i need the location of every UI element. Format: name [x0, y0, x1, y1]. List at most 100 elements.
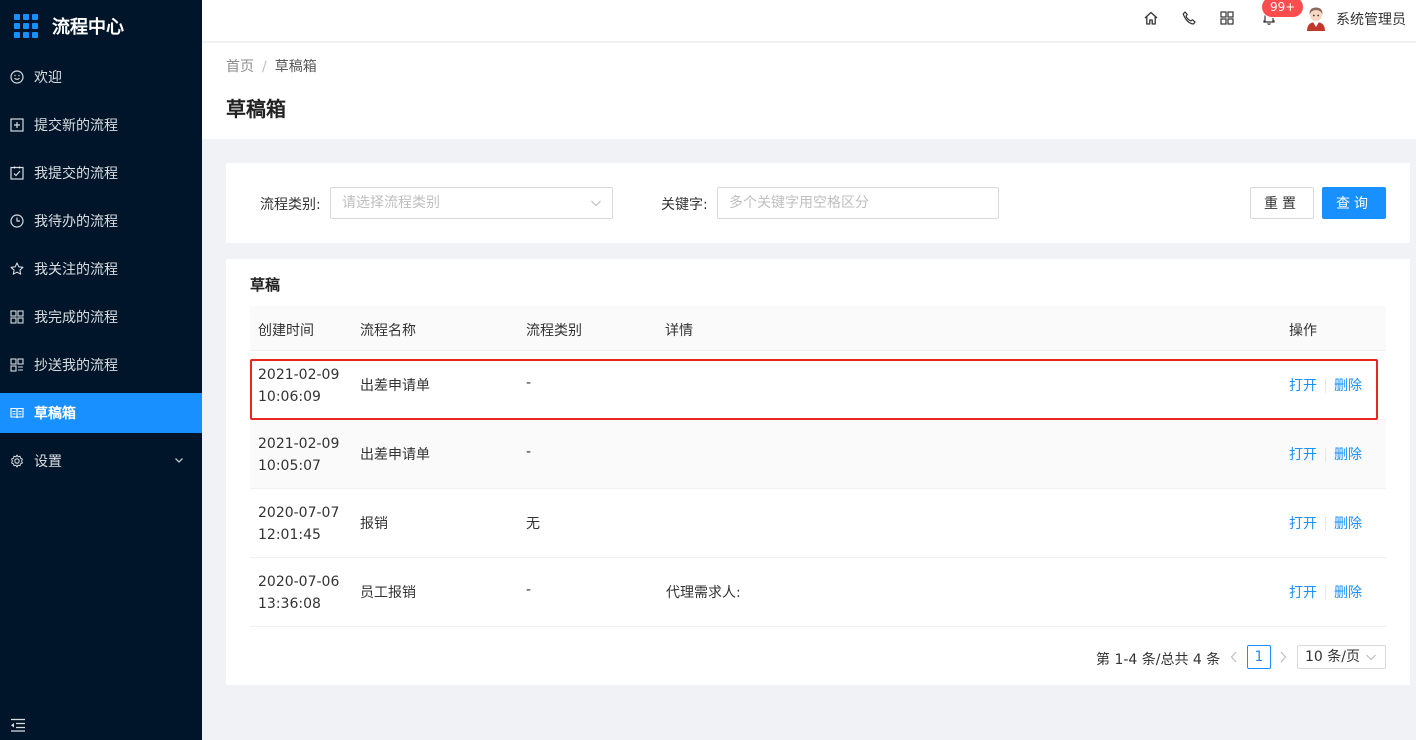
process-name-cell: 报销	[360, 516, 388, 532]
avatar[interactable]	[1305, 5, 1327, 31]
card-title: 草稿	[250, 276, 281, 294]
delete-link[interactable]: 删除	[1334, 375, 1362, 395]
sidebar-item-label: 抄送我的流程	[34, 358, 118, 374]
delete-link[interactable]: 删除	[1334, 513, 1362, 533]
check-square-icon	[10, 166, 24, 180]
gear-icon	[10, 454, 24, 468]
menu-fold-icon[interactable]	[10, 718, 26, 732]
username[interactable]: 系统管理员	[1336, 9, 1406, 29]
page-header: 首页 / 草稿箱 草稿箱	[202, 43, 1416, 139]
logo-grid-icon	[14, 14, 38, 38]
chevron-left-icon[interactable]	[1228, 650, 1240, 664]
sidebar-item-label: 我完成的流程	[34, 310, 118, 326]
sidebar-item-label: 我关注的流程	[34, 262, 118, 278]
table-row: 2020-07-07 12:01:45 报销 无 打开 删除	[250, 489, 1386, 558]
sidebar-item-cc-to-me[interactable]: 抄送我的流程	[0, 345, 202, 385]
drafts-card: 草稿 创建时间 流程名称 流程类别 详情 操作 2021-02-09 10:06:…	[226, 259, 1410, 685]
created-time-cell: 2020-07-06 13:36:08	[258, 574, 340, 612]
action-divider	[1325, 586, 1326, 600]
sidebar-item-submit-new[interactable]: 提交新的流程	[0, 105, 202, 145]
keyword-input[interactable]	[717, 187, 999, 219]
book-icon	[10, 406, 24, 420]
page-size-select[interactable]: 10 条/页	[1297, 645, 1386, 669]
query-button[interactable]: 查询	[1322, 187, 1386, 219]
chevron-down-icon	[175, 458, 183, 463]
sidebar-item-label: 草稿箱	[34, 406, 76, 422]
process-category-cell: -	[526, 375, 532, 391]
chevron-down-icon	[591, 200, 601, 207]
plus-square-icon	[10, 118, 24, 132]
breadcrumb-current: 草稿箱	[274, 59, 317, 75]
sidebar-menu: 欢迎 提交新的流程 我提交的流程 我待办的流程 我关注的流程 我完成的流程 抄送…	[0, 57, 202, 481]
category-select-placeholder: 请选择流程类别	[342, 195, 440, 211]
page-title: 草稿箱	[226, 97, 286, 121]
appstore-icon	[10, 310, 24, 324]
column-header-actions: 操作	[1289, 323, 1317, 339]
open-link[interactable]: 打开	[1289, 444, 1317, 464]
pagination-page-1[interactable]: 1	[1247, 645, 1271, 669]
notification-badge: 99+	[1262, 0, 1304, 17]
process-name-cell: 出差申请单	[360, 378, 430, 394]
sidebar-item-my-todo[interactable]: 我待办的流程	[0, 201, 202, 241]
created-time-cell: 2021-02-09 10:06:09	[258, 367, 340, 405]
chevron-down-icon	[1366, 654, 1376, 661]
sidebar-item-settings[interactable]: 设置	[0, 441, 202, 481]
process-category-cell: -	[526, 582, 532, 598]
table-header: 创建时间 流程名称 流程类别 详情 操作	[250, 306, 1386, 351]
action-divider	[1325, 379, 1326, 393]
logo[interactable]: 流程中心	[0, 0, 202, 52]
column-header-created-time: 创建时间	[258, 323, 314, 339]
category-select[interactable]: 请选择流程类别	[330, 187, 613, 219]
table-row: 2020-07-06 13:36:08 员工报销 - 代理需求人: 打开 删除	[250, 558, 1386, 627]
breadcrumb-separator: /	[262, 59, 267, 75]
filter-card: 流程类别: 请选择流程类别 关键字: 重置 查询	[226, 163, 1410, 243]
open-link[interactable]: 打开	[1289, 582, 1317, 602]
process-name-cell: 出差申请单	[360, 447, 430, 463]
reset-button[interactable]: 重置	[1250, 187, 1314, 219]
process-category-cell: -	[526, 444, 532, 460]
sidebar: 流程中心 欢迎 提交新的流程 我提交的流程 我待办的流程 我关注的流程 我完成的…	[0, 0, 202, 740]
top-header: 99+ 系统管理员	[202, 0, 1416, 42]
sidebar-item-label: 设置	[34, 454, 62, 470]
sidebar-item-my-completed[interactable]: 我完成的流程	[0, 297, 202, 337]
process-category-cell: 无	[526, 516, 540, 532]
column-header-process-category: 流程类别	[526, 323, 582, 339]
column-header-process-name: 流程名称	[360, 323, 416, 339]
sidebar-item-drafts[interactable]: 草稿箱	[0, 393, 202, 433]
appstore-icon[interactable]	[1219, 10, 1235, 26]
breadcrumb: 首页 / 草稿箱	[226, 56, 317, 76]
chevron-right-icon[interactable]	[1277, 650, 1289, 664]
created-time-cell: 2020-07-07 12:01:45	[258, 505, 340, 543]
sidebar-item-label: 我待办的流程	[34, 214, 118, 230]
sidebar-item-my-followed[interactable]: 我关注的流程	[0, 249, 202, 289]
open-link[interactable]: 打开	[1289, 375, 1317, 395]
page-size-value: 10 条/页	[1305, 649, 1360, 665]
pagination-total: 第 1-4 条/总共 4 条	[1096, 652, 1221, 668]
column-header-details: 详情	[665, 323, 693, 339]
keyword-label: 关键字:	[661, 197, 708, 213]
sidebar-item-label: 我提交的流程	[34, 166, 118, 182]
star-icon	[10, 262, 24, 276]
delete-link[interactable]: 删除	[1334, 582, 1362, 602]
process-name-cell: 员工报销	[360, 585, 416, 601]
drafts-table: 创建时间 流程名称 流程类别 详情 操作 2021-02-09 10:06:09 …	[250, 306, 1386, 627]
category-label: 流程类别:	[260, 197, 321, 213]
phone-icon[interactable]	[1181, 10, 1197, 26]
sidebar-item-label: 提交新的流程	[34, 118, 118, 134]
table-row: 2021-02-09 10:05:07 出差申请单 - 打开 删除	[250, 420, 1386, 489]
sidebar-item-welcome[interactable]: 欢迎	[0, 57, 202, 97]
sidebar-item-label: 欢迎	[34, 70, 62, 86]
table-row: 2021-02-09 10:06:09 出差申请单 - 打开 删除	[250, 351, 1386, 420]
details-cell: 代理需求人:	[666, 585, 741, 601]
action-divider	[1325, 517, 1326, 531]
smile-icon	[10, 70, 24, 84]
created-time-cell: 2021-02-09 10:05:07	[258, 436, 340, 474]
app-title: 流程中心	[52, 17, 124, 38]
clock-icon	[10, 214, 24, 228]
sidebar-item-my-submitted[interactable]: 我提交的流程	[0, 153, 202, 193]
action-divider	[1325, 448, 1326, 462]
breadcrumb-home[interactable]: 首页	[226, 59, 254, 75]
home-icon[interactable]	[1143, 10, 1159, 26]
delete-link[interactable]: 删除	[1334, 444, 1362, 464]
open-link[interactable]: 打开	[1289, 513, 1317, 533]
